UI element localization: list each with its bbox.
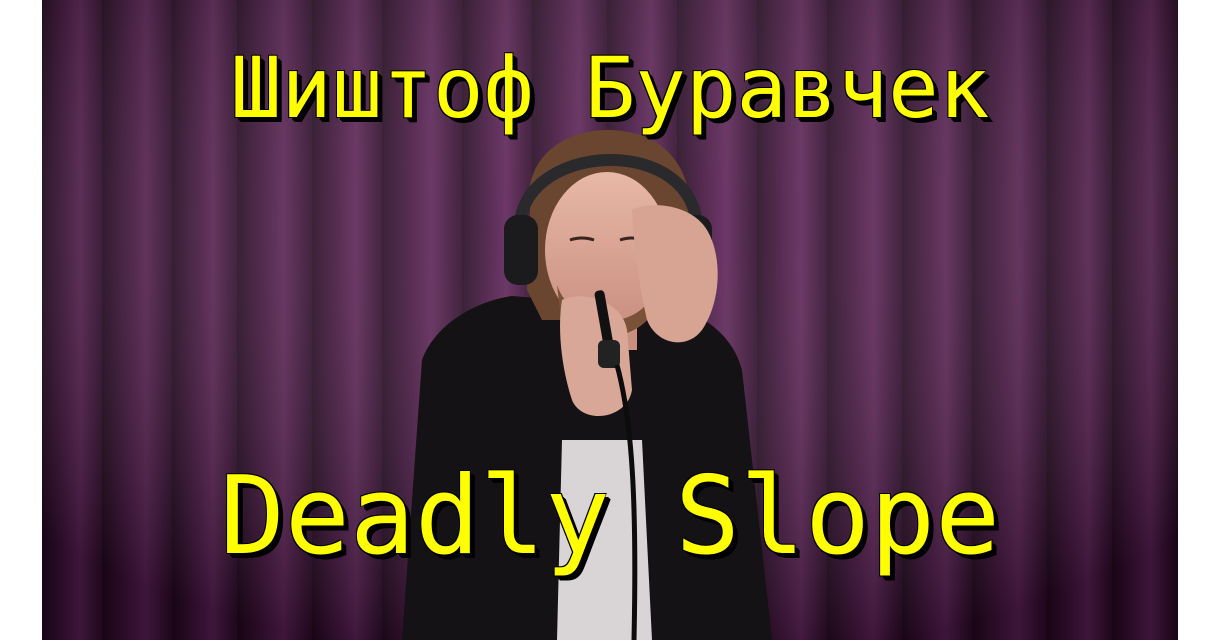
video-thumbnail: Шиштоф Буравчек Deadly Slope	[0, 0, 1220, 640]
artist-name-caption: Шиштоф Буравчек	[230, 39, 990, 137]
video-frame: Шиштоф Буравчек Deadly Slope	[42, 0, 1178, 640]
song-title-caption: Deadly Slope	[219, 454, 1001, 579]
headphone-left-cup	[504, 215, 538, 285]
